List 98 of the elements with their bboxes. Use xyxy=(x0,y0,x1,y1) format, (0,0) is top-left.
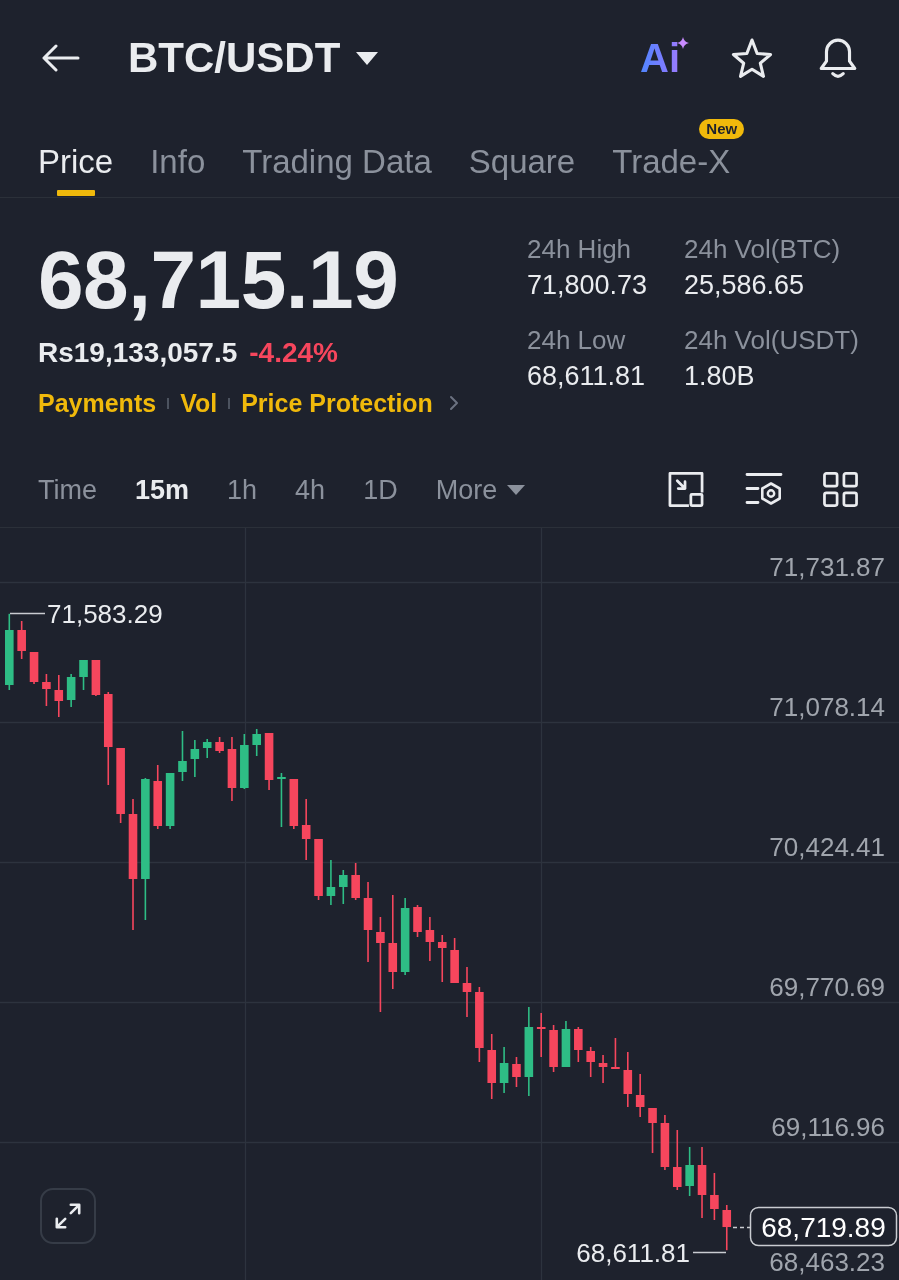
candlestick xyxy=(153,764,163,830)
candlestick xyxy=(277,772,286,828)
stat-label: 24h High xyxy=(527,233,633,265)
price-line xyxy=(732,1226,751,1229)
candlestick xyxy=(252,728,261,757)
new-badge: New xyxy=(699,119,745,139)
candlestick xyxy=(178,730,187,782)
candlestick xyxy=(240,733,249,790)
high-price-label: 71,583.29 xyxy=(47,599,163,629)
tab-underline xyxy=(56,190,95,196)
bell-icon[interactable] xyxy=(818,36,858,80)
interval-tab[interactable]: More xyxy=(435,471,526,508)
candlestick xyxy=(673,1129,682,1191)
interval-tab[interactable]: 1h xyxy=(227,471,258,508)
candlestick xyxy=(314,838,323,901)
stat-label: 24h Vol(USDT) xyxy=(684,324,860,356)
stat-value: 68,611.81 xyxy=(527,360,647,392)
candlestick xyxy=(351,862,360,901)
candlestick xyxy=(536,1012,546,1058)
interval-tab[interactable]: 15m xyxy=(135,471,190,508)
last-price: 68,715.19 xyxy=(38,235,400,325)
candlestick xyxy=(165,772,175,830)
sparkle-icon xyxy=(677,37,689,49)
axis-label: 69,116.96 xyxy=(771,1112,885,1142)
interval-tab[interactable]: 4h xyxy=(295,471,326,508)
candlestick xyxy=(29,651,39,685)
candlestick xyxy=(487,1033,497,1100)
candlestick xyxy=(561,1020,571,1068)
stat-label: 24h Vol(BTC) xyxy=(684,233,842,265)
candlestick xyxy=(635,1073,645,1118)
candlestick xyxy=(79,659,88,691)
candlestick xyxy=(586,1046,595,1078)
candlestick xyxy=(202,738,212,759)
caret-icon xyxy=(356,51,379,65)
low-price-label: 68,611.81 xyxy=(576,1238,690,1268)
local-currency-price: Rs19,133,057.5 xyxy=(38,336,238,370)
tab[interactable]: Price xyxy=(38,116,114,197)
tab[interactable]: Info xyxy=(150,116,206,197)
candlestick xyxy=(623,1051,633,1108)
candlestick xyxy=(42,673,51,707)
leader-line xyxy=(9,612,46,615)
candlestick xyxy=(611,1037,620,1070)
candlestick xyxy=(574,1026,583,1063)
candlestick xyxy=(425,916,435,962)
candlestick xyxy=(413,904,422,938)
star-icon[interactable] xyxy=(731,38,773,78)
candlestick xyxy=(660,1114,670,1171)
axis-label: 69,770.69 xyxy=(769,972,885,1002)
axis-label: 71,078.14 xyxy=(769,692,885,722)
axis-label: 68,463.23 xyxy=(769,1247,885,1277)
interval-tab[interactable]: Time xyxy=(38,471,97,508)
candlestick xyxy=(17,620,26,660)
candlestick xyxy=(722,1204,732,1251)
interval-tab[interactable]: 1D xyxy=(363,471,398,508)
axis-label: 71,731.87 xyxy=(769,552,885,582)
candlestick xyxy=(685,1146,694,1197)
candlestick xyxy=(301,798,311,861)
stat-value: 71,800.73 xyxy=(527,269,649,301)
back-arrow-icon[interactable] xyxy=(42,44,80,72)
axis-label: 70,424.41 xyxy=(769,832,885,862)
candlestick xyxy=(91,659,101,697)
stat-value: 25,586.65 xyxy=(684,269,806,301)
feature-link[interactable]: Vol xyxy=(180,385,218,421)
candlestick xyxy=(289,778,299,830)
grid-icon[interactable] xyxy=(823,472,858,507)
candlestick xyxy=(326,859,336,906)
candlestick xyxy=(264,732,274,791)
candlestick xyxy=(549,1024,558,1073)
candlestick xyxy=(190,739,200,778)
candlestick xyxy=(450,937,459,984)
candlestick xyxy=(339,869,348,905)
candlestick xyxy=(598,1054,608,1084)
settings-icon[interactable] xyxy=(745,471,783,508)
candlestick xyxy=(215,736,224,754)
pair-selector[interactable]: BTC/USDT xyxy=(128,34,379,82)
candlestick xyxy=(710,1172,719,1221)
candlestick xyxy=(54,674,64,718)
candlestick xyxy=(462,966,472,1018)
candlestick xyxy=(66,673,76,708)
expand-arrows-icon xyxy=(54,1202,82,1230)
caret-icon xyxy=(507,484,526,495)
tab[interactable]: Square xyxy=(468,116,576,197)
leader-line xyxy=(692,1251,727,1254)
price-change: -4.24% xyxy=(249,336,338,370)
candlestick xyxy=(437,934,447,983)
stat-label: 24h Low xyxy=(527,324,627,356)
stat-value: 1.80B xyxy=(684,360,756,392)
last-price-tag: 68,719.89 xyxy=(749,1206,898,1247)
candlestick xyxy=(499,1046,509,1094)
feature-link[interactable]: Payments xyxy=(38,385,157,421)
fullscreen-button[interactable] xyxy=(40,1188,96,1244)
arrow-square-icon[interactable] xyxy=(667,471,705,508)
chevron-right-icon[interactable] xyxy=(448,395,459,411)
candlestick xyxy=(648,1107,657,1154)
feature-link[interactable]: Price Protection xyxy=(241,385,433,421)
tab[interactable]: Trading Data xyxy=(242,116,432,197)
candlestick xyxy=(512,1056,521,1088)
candlestick xyxy=(227,736,237,802)
